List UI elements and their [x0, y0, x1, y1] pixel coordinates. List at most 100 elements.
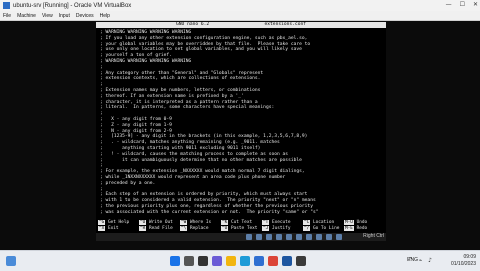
terminal-line: ; character, it is interpreted as a patt… [100, 99, 258, 105]
vm-status-bar: Right Ctrl [96, 233, 386, 241]
terminal-line: ; with 1 to be considered a valid extens… [100, 198, 316, 204]
shortcut-key: ^W [180, 220, 188, 225]
edge-icon[interactable] [240, 256, 250, 266]
terminal-line: ; was associated with the current extens… [100, 209, 319, 215]
menu-devices[interactable]: Devices [73, 13, 97, 19]
shortcut-label: Replace [189, 226, 209, 231]
shortcut-label: Write Out [148, 220, 173, 225]
chat-icon[interactable] [212, 256, 222, 266]
task-view-icon[interactable] [198, 256, 208, 266]
nano-shortcut: ^G Get Help [98, 220, 129, 225]
nano-shortcut: ^W Where Is [180, 220, 211, 225]
vm-display[interactable]: GNU nano 6.2 extensions.conf ; WARNING W… [96, 22, 386, 233]
menu-file[interactable]: File [0, 13, 14, 19]
shortcut-key: ^C [303, 220, 311, 225]
shared-folders-icon[interactable] [296, 234, 302, 240]
shortcut-key: ^R [139, 226, 147, 231]
window-titlebar: ubuntu-srv [Running] - Oracle VM Virtual… [0, 0, 480, 11]
search-icon[interactable] [184, 256, 194, 266]
shortcut-key: ^K [221, 220, 229, 225]
clock-date: 01/10/2023 [450, 261, 476, 267]
store-icon[interactable] [254, 256, 264, 266]
minimize-button[interactable]: — [446, 1, 452, 8]
nano-shortcut: ^X Exit [98, 226, 119, 231]
window-controls: — ☐ ✕ [446, 1, 478, 8]
terminal-line: ; Extension names may be numbers, letter… [100, 88, 261, 93]
usb-icon[interactable] [286, 234, 292, 240]
host-key-label: Right Ctrl [363, 233, 384, 239]
clock-time: 09:09 [463, 254, 476, 260]
shortcut-label: Read File [148, 226, 173, 231]
network-icon[interactable] [276, 234, 282, 240]
menu-machine[interactable]: Machine [14, 13, 39, 19]
nano-shortcut-bar: ^G Get Help ^O Write Out ^W Where Is ^K Cut… [98, 220, 384, 232]
maximize-button[interactable]: ☐ [460, 1, 465, 8]
terminal-line: ; WARNING WARNING WARNING WARNING [100, 59, 192, 64]
shortcut-key: ^G [98, 220, 106, 225]
shortcut-label: Where Is [189, 220, 212, 225]
recording-icon[interactable] [316, 234, 322, 240]
terminal-line: ; WARNING WARNING WARNING WARNING [100, 30, 192, 35]
weather-widget-icon[interactable] [6, 256, 16, 266]
cpu-icon[interactable] [326, 234, 332, 240]
shortcut-label: Paste Text [230, 226, 258, 231]
terminal-line: ; ! - wildcard, causes the matching proc… [100, 151, 289, 157]
shortcut-key: ^/ [303, 226, 311, 231]
shortcut-label: Location [312, 220, 335, 225]
terminal-line: ; . - wildcard, matches anything remaini… [100, 140, 280, 146]
terminal-line: ; If you load any other extension config… [100, 35, 308, 41]
hard-disk-icon[interactable] [246, 234, 252, 240]
nano-shortcut: ^J Justify [262, 226, 290, 231]
terminal-line: ; Z - any digit from 1-9 [100, 122, 172, 128]
shortcut-label: Justify [271, 226, 291, 231]
shortcut-key: ^O [139, 220, 147, 225]
mouse-integration-icon[interactable] [336, 234, 342, 240]
terminal-line: ; extension contexts, which are collecti… [100, 76, 261, 82]
nano-shortcut: ^R Read File [139, 226, 173, 231]
audio-icon[interactable] [266, 234, 272, 240]
virtualbox-icon [3, 2, 10, 9]
virtualbox-icon[interactable] [282, 256, 292, 266]
terminal-line: ; N - any digit from 2-9 [100, 128, 172, 134]
shortcut-key: ^\ [180, 226, 188, 231]
windows-start-icon[interactable] [170, 256, 180, 266]
clock[interactable]: 09:09 01/10/2023 [451, 254, 476, 268]
menu-view[interactable]: View [39, 13, 56, 19]
nano-shortcut: M-U Undo [344, 220, 367, 225]
terminal-line: ; [1235-9] - any digit in the brackets (… [100, 134, 308, 140]
shortcut-label: Exit [107, 226, 119, 231]
terminal-line: ; X - any digit from 0-9 [100, 117, 172, 122]
menu-help[interactable]: Help [97, 13, 113, 19]
shortcut-key: M-U [344, 220, 354, 225]
terminal-line: ; [100, 186, 103, 192]
terminal-line: ; anything starting with 9011 excluding … [100, 146, 261, 151]
optical-drive-icon[interactable] [256, 234, 262, 240]
nano-shortcut: ^O Write Out [139, 220, 173, 225]
nano-shortcut: ^K Cut Text [221, 220, 252, 225]
display-icon[interactable] [306, 234, 312, 240]
menu-input[interactable]: Input [56, 13, 73, 19]
nano-shortcut: ^/ Go To Line [303, 226, 339, 231]
terminal-line: ; [100, 64, 103, 70]
close-button[interactable]: ✕ [473, 1, 478, 8]
language-indicator[interactable]: ENG [407, 257, 418, 263]
terminal-line: ; use only one location to set global va… [100, 47, 302, 53]
nano-header: GNU nano 6.2 extensions.conf [96, 22, 386, 28]
terminal-line: ; preceded by a one. [100, 180, 156, 186]
nano-shortcut: ^U Paste Text [221, 226, 257, 231]
shortcut-label: Redo [356, 226, 368, 231]
shortcut-key: ^X [98, 226, 106, 231]
window-title: ubuntu-srv [Running] - Oracle VM Virtual… [13, 2, 132, 9]
terminal-line: ; your global variables may be overridde… [100, 41, 311, 47]
shortcut-key: M-E [344, 226, 354, 231]
shortcut-key: ^J [262, 226, 270, 231]
chrome-icon[interactable] [268, 256, 278, 266]
shortcut-key: ^T [262, 220, 270, 225]
terminal-line: ; yourself a ton of grief. [100, 53, 172, 59]
file-explorer-icon[interactable] [226, 256, 236, 266]
terminal-line: ; the previous priority plus one, regard… [100, 204, 313, 209]
terminal-line: ; [100, 111, 103, 117]
terminal-icon[interactable] [296, 256, 306, 266]
nano-shortcut: ^C Location [303, 220, 334, 225]
shortcut-label: Execute [271, 220, 291, 225]
